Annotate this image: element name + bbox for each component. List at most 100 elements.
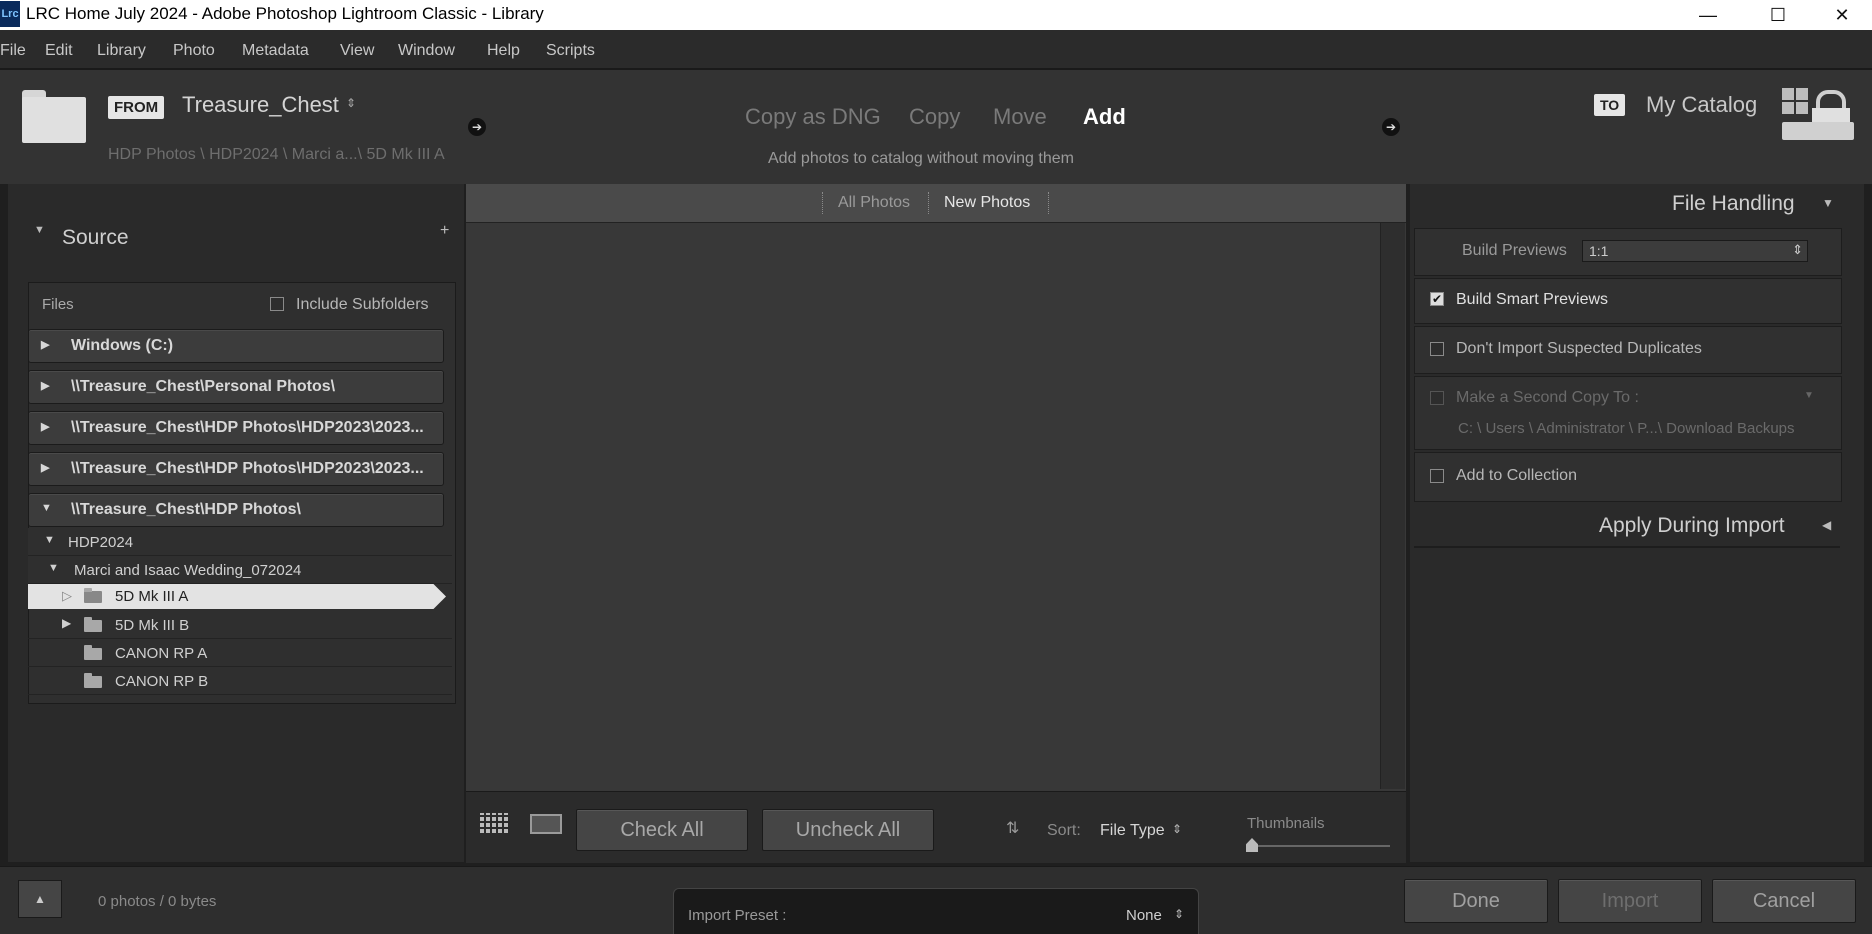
volume-label: \\Treasure_Chest\Personal Photos\ (71, 378, 336, 395)
collapse-triangle-icon[interactable]: ▼ (48, 562, 59, 574)
second-copy-path: C: \ Users \ Administrator \ P...\ Downl… (1458, 420, 1795, 437)
source-drive-icon[interactable] (22, 90, 86, 144)
dropdown-stepper-icon[interactable]: ⇕ (1792, 242, 1803, 258)
menu-file[interactable]: File (0, 42, 26, 60)
expand-triangle-icon[interactable]: ▶ (41, 420, 49, 433)
expand-triangle-left-icon[interactable]: ◀ (1822, 518, 1831, 532)
expand-triangle-icon[interactable]: ▶ (41, 379, 49, 392)
mode-copy[interactable]: Copy (909, 104, 960, 130)
menu-help[interactable]: Help (487, 42, 520, 60)
mode-copy-as-dng[interactable]: Copy as DNG (745, 104, 881, 130)
menu-metadata[interactable]: Metadata (242, 42, 309, 60)
volume-row[interactable]: ▶ \\Treasure_Chest\HDP Photos\HDP2023\20… (28, 411, 444, 445)
menu-photo[interactable]: Photo (173, 42, 215, 60)
grid-scrollbar[interactable] (1380, 223, 1405, 789)
tree-folder-label: CANON RP A (115, 645, 208, 662)
tree-folder-selected[interactable]: ▷ 5D Mk III A (28, 584, 446, 609)
menu-scripts[interactable]: Scripts (546, 42, 595, 60)
folder-icon (84, 673, 102, 688)
import-preset-label: Import Preset : (688, 907, 787, 924)
thumbnails-slider[interactable] (1250, 845, 1390, 847)
chevron-down-icon[interactable]: ▼ (1804, 390, 1814, 401)
close-button[interactable]: ✕ (1812, 0, 1872, 30)
from-tag: FROM (108, 96, 165, 119)
source-path: HDP Photos \ HDP2024 \ Marci a...\ 5D Mk… (108, 146, 445, 163)
title-bar: Lrc LRC Home July 2024 - Adobe Photoshop… (0, 0, 1872, 30)
folder-icon (84, 588, 102, 603)
import-preset-bar[interactable]: Import Preset : None ⇕ (673, 888, 1199, 934)
second-copy-row (1414, 376, 1842, 450)
uncheck-all-button[interactable]: Uncheck All (762, 809, 934, 851)
tree-folder-event[interactable]: ▼ Marci and Isaac Wedding_072024 (28, 556, 452, 584)
collapse-triangle-icon[interactable]: ▼ (1822, 196, 1834, 210)
files-label: Files (42, 296, 74, 313)
sort-label: Sort: (1047, 822, 1081, 839)
maximize-button[interactable]: ☐ (1748, 0, 1808, 30)
volume-label: \\Treasure_Chest\HDP Photos\HDP2023\2023… (71, 460, 424, 477)
tree-folder-hdp2024[interactable]: ▼ HDP2024 (28, 528, 452, 556)
cancel-button[interactable]: Cancel (1712, 879, 1856, 923)
tree-folder-label: 5D Mk III B (115, 617, 190, 634)
dont-import-duplicates-label: Don't Import Suspected Duplicates (1456, 340, 1702, 357)
photos-summary: 0 photos / 0 bytes (98, 893, 217, 910)
source-name[interactable]: Treasure_Chest (182, 92, 339, 118)
build-smart-previews-label: Build Smart Previews (1456, 291, 1609, 308)
volume-row[interactable]: ▶ \\Treasure_Chest\HDP Photos\HDP2023\20… (28, 452, 444, 486)
collapse-triangle-icon[interactable]: ▼ (44, 534, 55, 546)
volume-row[interactable]: ▶ Windows (C:) (28, 329, 444, 363)
add-source-icon[interactable]: + (440, 222, 449, 240)
tab-all-photos[interactable]: All Photos (838, 194, 910, 212)
include-subfolders-checkbox[interactable] (270, 297, 284, 311)
expand-triangle-icon[interactable]: ▷ (62, 588, 72, 604)
tab-new-photos[interactable]: New Photos (944, 194, 1030, 212)
import-preset-value[interactable]: None (1126, 907, 1162, 924)
expand-up-button[interactable]: ▲ (18, 880, 62, 918)
source-dropdown-icon[interactable]: ⇕ (346, 96, 356, 110)
sort-dropdown[interactable]: File Type (1100, 822, 1165, 840)
expand-triangle-icon[interactable]: ▶ (62, 616, 71, 630)
tree-folder[interactable]: CANON RP B (28, 667, 452, 695)
menu-library[interactable]: Library (97, 42, 146, 60)
done-button[interactable]: Done (1404, 879, 1548, 923)
tree-folder-label: CANON RP B (115, 673, 209, 690)
second-copy-label: Make a Second Copy To : (1456, 389, 1639, 406)
expand-triangle-icon[interactable]: ▶ (41, 461, 49, 474)
volume-label: Windows (C:) (71, 337, 174, 354)
window-title: LRC Home July 2024 - Adobe Photoshop Lig… (26, 4, 544, 23)
apply-during-import-title[interactable]: Apply During Import (1599, 514, 1785, 538)
mode-add[interactable]: Add (1083, 104, 1126, 130)
add-to-collection-checkbox[interactable] (1430, 469, 1444, 483)
panel-divider (1414, 546, 1840, 548)
thumbnails-label: Thumbnails (1247, 815, 1325, 832)
build-previews-select[interactable]: 1:1 ⇕ (1582, 240, 1808, 262)
dont-import-duplicates-checkbox[interactable] (1430, 342, 1444, 356)
preset-dropdown-icon[interactable]: ⇕ (1174, 907, 1184, 921)
sort-dropdown-icon[interactable]: ⇕ (1172, 822, 1182, 836)
import-button[interactable]: Import (1558, 879, 1702, 923)
mode-move[interactable]: Move (993, 104, 1047, 130)
tree-folder[interactable]: ▶ 5D Mk III B (28, 611, 452, 639)
collapse-triangle-icon[interactable]: ▼ (34, 224, 45, 236)
loupe-view-icon[interactable] (530, 814, 562, 834)
import-header: FROM Treasure_Chest ⇕ HDP Photos \ HDP20… (0, 68, 1872, 184)
menu-edit[interactable]: Edit (45, 42, 73, 60)
mode-description: Add photos to catalog without moving the… (768, 150, 1074, 167)
tree-folder-label: Marci and Isaac Wedding_072024 (74, 562, 302, 579)
check-all-button[interactable]: Check All (576, 809, 748, 851)
grid-view-icon[interactable] (480, 813, 510, 833)
menu-window[interactable]: Window (398, 42, 455, 60)
sort-order-icon[interactable]: ⇅ (1006, 818, 1019, 838)
expand-triangle-icon[interactable]: ▶ (41, 338, 49, 351)
build-smart-previews-checkbox[interactable]: ✔ (1430, 292, 1444, 306)
build-previews-label: Build Previews (1462, 242, 1567, 259)
add-to-collection-label: Add to Collection (1456, 467, 1577, 484)
include-subfolders-label: Include Subfolders (296, 296, 429, 313)
collapse-triangle-icon[interactable]: ▼ (41, 502, 52, 514)
volume-row[interactable]: ▶ \\Treasure_Chest\Personal Photos\ (28, 370, 444, 404)
tree-folder[interactable]: CANON RP A (28, 639, 452, 667)
menu-view[interactable]: View (340, 42, 374, 60)
second-copy-checkbox[interactable] (1430, 391, 1444, 405)
volume-row[interactable]: ▼ \\Treasure_Chest\HDP Photos\ (28, 493, 444, 527)
lightroom-app-icon: Lrc (0, 1, 20, 27)
minimize-button[interactable]: — (1678, 0, 1738, 30)
